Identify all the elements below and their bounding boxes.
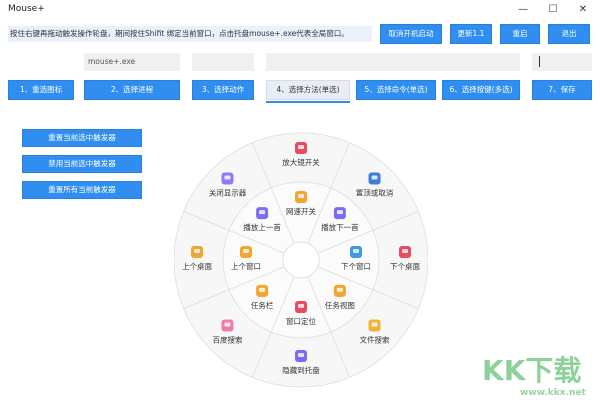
update-button[interactable]: 更新1.1 (450, 24, 492, 44)
document-icon-detail (371, 322, 378, 327)
reset-all-triggers-button[interactable]: 重置所有当前触发器 (22, 181, 142, 199)
watermark-url: www.kkx.net (520, 388, 586, 398)
svg-text:KK下载: KK下载 (482, 354, 581, 387)
bulb-icon-detail (298, 194, 304, 198)
step-select-process-button[interactable]: 2、选择进程 (84, 80, 180, 100)
wheel-outer-label: 隐藏到托盘 (282, 365, 320, 375)
wheel-inner-label: 任务视图 (325, 300, 355, 310)
wheel-outer-label: 百度搜索 (212, 335, 242, 345)
wheel-inner-label: 播放下一首 (321, 222, 359, 232)
wheel-outer-label: 下个桌面 (390, 261, 420, 271)
method-command-field[interactable] (266, 53, 520, 71)
wheel-inner-label: 窗口定位 (286, 316, 316, 326)
camera-icon-detail (243, 249, 249, 253)
wheel-outer-label: 放大镜开关 (282, 157, 320, 167)
video-icon-detail (224, 175, 231, 180)
music-icon-detail (259, 210, 266, 215)
step-reselect-icon-button[interactable]: 1、重选图标 (8, 80, 74, 100)
wheel-outer-label: 置顶或取消 (356, 187, 394, 197)
step-select-method-tab[interactable]: 4、选择方法(单选) (266, 80, 350, 100)
box-icon-detail (194, 249, 200, 253)
exit-button[interactable]: 退出 (548, 24, 590, 44)
edit-icon-detail (402, 249, 408, 253)
reset-selected-trigger-button[interactable]: 重置当前选中触发器 (22, 129, 142, 147)
wheel-inner-label: 下个窗口 (341, 261, 371, 271)
layers-icon-detail (298, 353, 304, 357)
restart-button[interactable]: 重启 (500, 24, 540, 44)
folder-icon-detail (336, 287, 343, 292)
step-select-command-button[interactable]: 5、选择命令(单选) (356, 80, 436, 100)
disable-selected-trigger-button[interactable]: 禁用当前选中触发器 (22, 155, 142, 173)
wheel-outer-label: 上个桌面 (182, 261, 212, 271)
wheel-center (282, 241, 320, 279)
close-button[interactable]: ✕ (568, 0, 598, 20)
wheel-outer-label: 关闭显示器 (209, 187, 247, 197)
wheel-inner-label: 上个窗口 (231, 261, 261, 271)
graduation-cap-icon-detail (371, 175, 378, 180)
wheel-inner-label: 网速开关 (286, 206, 316, 216)
wheel-outer-label: 文件搜索 (360, 335, 390, 345)
action-field[interactable] (192, 53, 254, 71)
calendar-icon-detail (224, 322, 231, 327)
step-select-keys-button[interactable]: 6、选择按键(多选) (442, 80, 520, 100)
tag-icon-detail (259, 287, 266, 292)
cancel-autostart-button[interactable]: 取消开机启动 (380, 24, 442, 44)
step-select-action-button[interactable]: 3、选择动作 (192, 80, 254, 100)
heart-icon-detail (298, 304, 304, 308)
key-field[interactable] (532, 53, 592, 71)
title-bar: Mouse+ — ☐ ✕ (0, 0, 600, 20)
music-icon-detail (336, 210, 343, 215)
process-field[interactable]: mouse+.exe (84, 53, 180, 71)
maximize-button[interactable]: ☐ (538, 0, 568, 20)
action-wheel: 放大镜开关置顶或取消下个桌面文件搜索隐藏到托盘 百度搜索 上个桌面 关闭显示器网速开关… (174, 132, 428, 388)
wheel-inner-label: 播放上一首 (243, 222, 281, 232)
heart-icon-detail (298, 145, 304, 149)
step-save-button[interactable]: 7、保存 (532, 80, 592, 100)
instruction-hint: 按住右键再拖动触发操作轮盘，期间按住Shifit 绑定当前窗口，点击托盘mous… (8, 26, 372, 42)
window-icon-detail (353, 249, 359, 253)
app-title: Mouse+ (8, 4, 45, 14)
kk-watermark-logo: KK下载 (482, 354, 581, 387)
minimize-button[interactable]: — (508, 0, 538, 20)
wheel-inner-label: 任务栏 (251, 300, 274, 310)
active-tab-indicator (266, 101, 350, 103)
text-cursor (539, 56, 540, 67)
